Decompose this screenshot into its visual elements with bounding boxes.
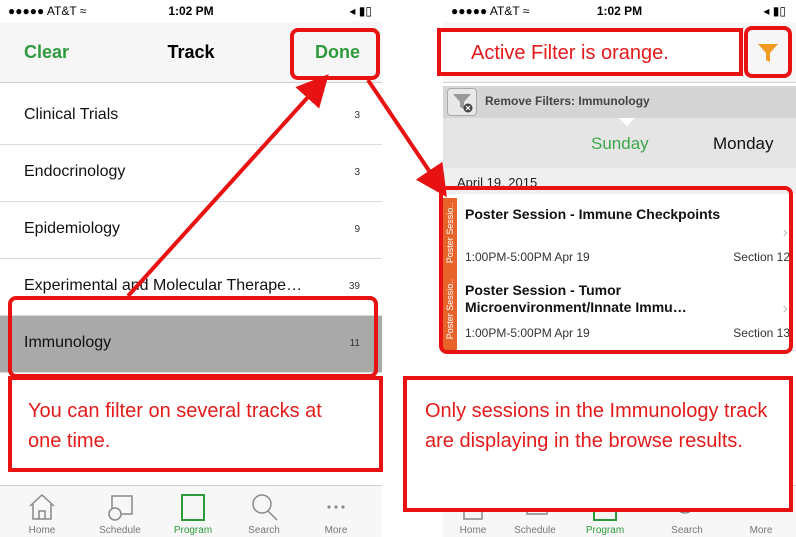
annotation-arrows xyxy=(126,74,447,298)
arrow-to-results xyxy=(366,78,447,198)
arrow-to-done xyxy=(126,74,329,298)
